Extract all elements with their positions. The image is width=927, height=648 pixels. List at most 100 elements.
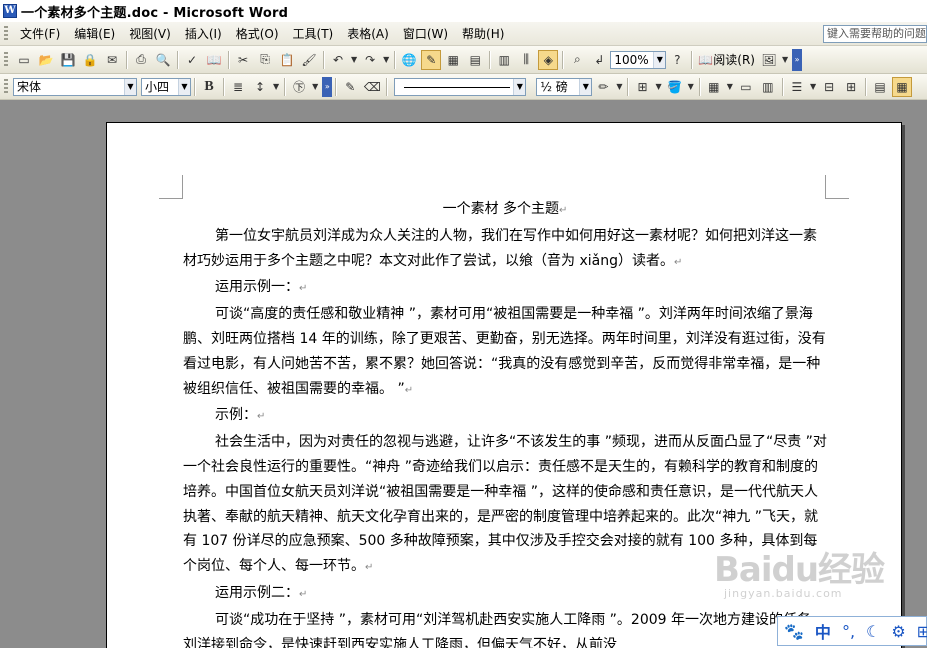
help-search-input[interactable]: 键入需要帮助的问题 bbox=[823, 24, 927, 43]
undo-dropdown-icon[interactable]: ▼ bbox=[351, 55, 357, 64]
toolbar-options-icon[interactable]: » bbox=[792, 48, 803, 71]
zoom-dropdown-icon[interactable]: ▼ bbox=[653, 51, 666, 68]
line-weight-select[interactable]: ½ 磅 ▼ bbox=[536, 77, 593, 96]
distribute-rows-icon[interactable]: ⊟ bbox=[819, 77, 839, 97]
line-weight-dropdown-icon[interactable]: ▼ bbox=[579, 78, 592, 95]
merge-cells-icon[interactable]: ▭ bbox=[736, 77, 756, 97]
punctuation-icon[interactable]: °, bbox=[842, 622, 855, 641]
grip-handle[interactable] bbox=[4, 51, 8, 68]
redo-icon[interactable]: ↷ bbox=[360, 50, 380, 70]
font-size-value: 小四 bbox=[145, 80, 170, 94]
line-spacing-icon[interactable]: ↕ bbox=[250, 77, 270, 97]
title-bar: W 一个素材多个主题.doc - Microsoft Word bbox=[0, 0, 927, 22]
format-painter-icon[interactable]: 🖌 bbox=[299, 50, 319, 70]
font-select[interactable]: 宋体 ▼ bbox=[13, 77, 137, 96]
insert-table-icon[interactable]: ▦ bbox=[443, 50, 463, 70]
border-color-icon[interactable]: ✏ bbox=[593, 77, 613, 97]
open-folder-icon[interactable]: 📂 bbox=[36, 50, 56, 70]
book-icon: 📖 bbox=[698, 52, 714, 67]
separator bbox=[627, 77, 629, 96]
eraser-icon[interactable]: ⌫ bbox=[362, 77, 382, 97]
research-icon[interactable]: 📖 bbox=[204, 50, 224, 70]
copy-icon[interactable]: ⎘ bbox=[255, 50, 275, 70]
permission-icon[interactable]: 🔒 bbox=[80, 50, 100, 70]
split-cells-icon[interactable]: ▥ bbox=[758, 77, 778, 97]
insert-table-dropdown-icon[interactable]: ▼ bbox=[727, 82, 733, 91]
grid-icon[interactable]: ⊞ bbox=[917, 622, 927, 641]
email-icon[interactable]: ✉ bbox=[102, 50, 122, 70]
distribute-columns-icon[interactable]: ⊞ bbox=[841, 77, 861, 97]
tables-borders-icon[interactable]: ✎ bbox=[421, 49, 442, 70]
font-size-select[interactable]: 小四 ▼ bbox=[141, 77, 191, 96]
menu-help[interactable]: 帮助(H) bbox=[455, 23, 511, 45]
document-map-icon[interactable]: ◈ bbox=[538, 49, 559, 70]
shading-color-icon[interactable]: 🪣 bbox=[665, 77, 685, 97]
phonetic-guide-icon[interactable]: ㊦ bbox=[289, 77, 309, 97]
spelling-icon[interactable]: ✓ bbox=[182, 50, 202, 70]
font-value: 宋体 bbox=[17, 80, 42, 94]
formatting-options-icon[interactable]: » bbox=[322, 76, 333, 97]
save-icon[interactable]: 💾 bbox=[58, 50, 78, 70]
read-button[interactable]: 📖 阅读(R) bbox=[695, 51, 758, 68]
sort-table-icon[interactable]: ▦ bbox=[892, 76, 913, 97]
print-preview-icon[interactable]: 🔍 bbox=[153, 50, 173, 70]
help-icon[interactable]: ? bbox=[667, 50, 687, 70]
menu-view[interactable]: 视图(V) bbox=[122, 23, 178, 45]
menu-file[interactable]: 文件(F) bbox=[13, 23, 67, 45]
paragraph-heading: 运用示例一：↵ bbox=[215, 279, 308, 296]
line-style-select[interactable]: ▼ bbox=[394, 77, 527, 96]
hyperlink-icon[interactable]: 🌐 bbox=[399, 50, 419, 70]
drawing-icon[interactable]: ⫼ bbox=[516, 50, 536, 70]
undo-icon[interactable]: ↶ bbox=[328, 50, 348, 70]
grip-handle[interactable] bbox=[4, 78, 8, 95]
insert-table-grid-icon[interactable]: ▦ bbox=[704, 77, 724, 97]
window-title: 一个素材多个主题.doc - Microsoft Word bbox=[21, 5, 289, 21]
insert-excel-icon[interactable]: ▤ bbox=[465, 50, 485, 70]
paw-icon[interactable]: 🐾 bbox=[784, 622, 804, 641]
print-icon[interactable]: ⎙ bbox=[131, 50, 151, 70]
outside-border-icon[interactable]: ⊞ bbox=[632, 77, 652, 97]
menu-window[interactable]: 窗口(W) bbox=[396, 23, 455, 45]
zoom-value: 100% bbox=[614, 52, 649, 67]
grip-handle[interactable] bbox=[4, 25, 8, 42]
research-pane-icon[interactable]: 🖼 bbox=[759, 50, 779, 70]
menu-format[interactable]: 格式(O) bbox=[229, 23, 286, 45]
options-dropdown-icon[interactable]: ▼ bbox=[782, 55, 788, 64]
zoom-select[interactable]: 100% ▼ bbox=[610, 50, 667, 69]
paragraph-mark-icon[interactable]: ↲ bbox=[589, 50, 609, 70]
columns-icon[interactable]: ▥ bbox=[494, 50, 514, 70]
phonetic-dropdown-icon[interactable]: ▼ bbox=[312, 82, 318, 91]
menu-edit[interactable]: 编辑(E) bbox=[67, 23, 122, 45]
align-cell-dropdown-icon[interactable]: ▼ bbox=[810, 82, 816, 91]
paragraph-mark-icon: ↵ bbox=[404, 384, 414, 396]
draw-table-icon[interactable]: ✎ bbox=[340, 77, 360, 97]
menu-tools[interactable]: 工具(T) bbox=[286, 23, 341, 45]
font-dropdown-icon[interactable]: ▼ bbox=[124, 78, 136, 95]
menu-bar: 文件(F) 编辑(E) 视图(V) 插入(I) 格式(O) 工具(T) 表格(A… bbox=[0, 22, 927, 46]
new-document-icon[interactable]: ▭ bbox=[14, 50, 34, 70]
shading-dropdown-icon[interactable]: ▼ bbox=[688, 82, 694, 91]
line-spacing-dropdown-icon[interactable]: ▼ bbox=[273, 82, 279, 91]
line-style-dropdown-icon[interactable]: ▼ bbox=[513, 78, 526, 95]
table-autoformat-icon[interactable]: ▤ bbox=[870, 77, 890, 97]
line-style-preview bbox=[404, 86, 511, 88]
border-dropdown-icon[interactable]: ▼ bbox=[655, 82, 661, 91]
separator bbox=[386, 77, 388, 96]
align-justify-icon[interactable]: ≣ bbox=[228, 77, 248, 97]
menu-table[interactable]: 表格(A) bbox=[340, 23, 396, 45]
menu-insert[interactable]: 插入(I) bbox=[178, 23, 229, 45]
word-app-icon[interactable]: W bbox=[3, 4, 17, 18]
bold-button[interactable]: B bbox=[199, 77, 219, 97]
border-color-dropdown-icon[interactable]: ▼ bbox=[616, 82, 622, 91]
font-size-dropdown-icon[interactable]: ▼ bbox=[178, 78, 190, 95]
show-hide-icon[interactable]: ⌕ bbox=[567, 50, 587, 70]
cut-icon[interactable]: ✂ bbox=[233, 50, 253, 70]
moon-icon[interactable]: ☾ bbox=[866, 622, 880, 641]
align-cell-icon[interactable]: ☰ bbox=[787, 77, 807, 97]
paragraph: 第一位女宇航员刘洋成为众人关注的人物，我们在写作中如何用好这一素材呢？如何把刘洋… bbox=[183, 227, 817, 269]
paste-icon[interactable]: 📋 bbox=[277, 50, 297, 70]
redo-dropdown-icon[interactable]: ▼ bbox=[383, 55, 389, 64]
ime-language-toggle[interactable]: 中 bbox=[815, 619, 831, 643]
separator bbox=[698, 77, 700, 96]
settings-icon[interactable]: ⚙ bbox=[891, 622, 905, 641]
